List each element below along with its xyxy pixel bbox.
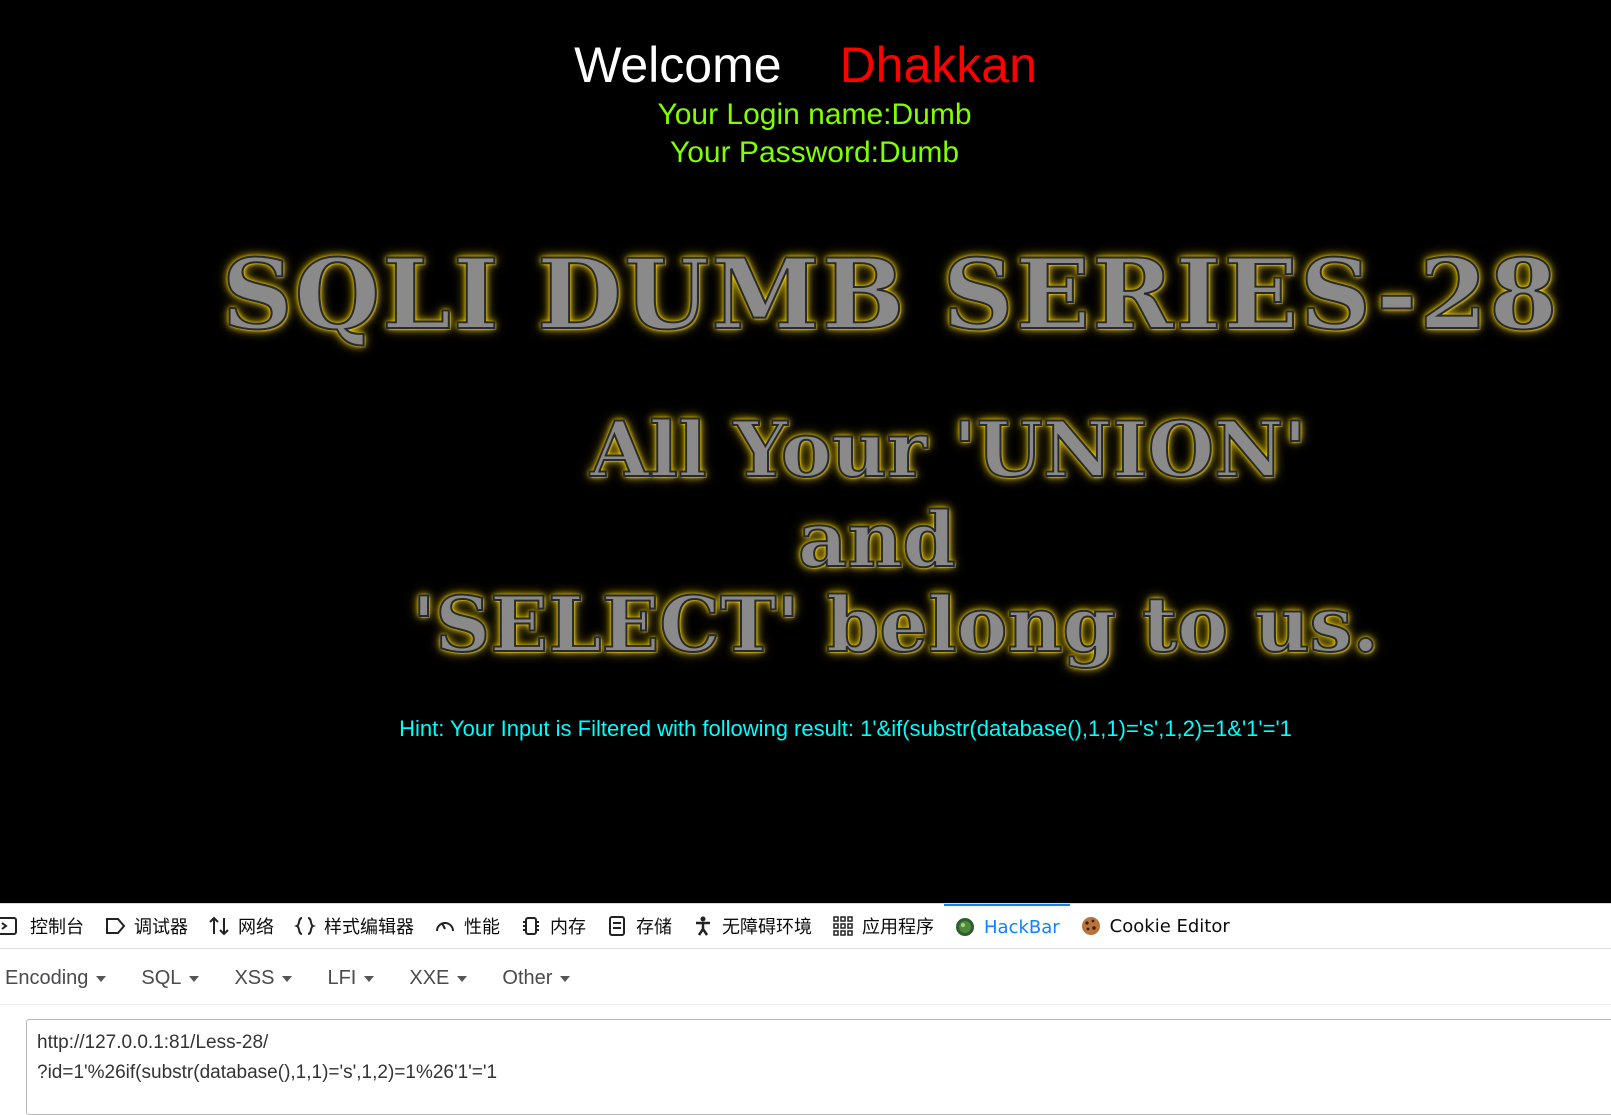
url-textarea[interactable]: http://127.0.0.1:81/Less-28/ ?id=1'%26if… <box>26 1019 1611 1115</box>
password-text: Your Password:Dumb <box>669 136 960 169</box>
vulnerable-page: Welcome Dhakkan Your Login name:Dumb Your… <box>0 0 1611 903</box>
menu-xss[interactable]: XSS <box>229 966 293 990</box>
welcome-text: Welcome <box>574 37 782 93</box>
menu-label: LFI <box>327 966 357 989</box>
menu-lfi[interactable]: LFI <box>322 966 375 990</box>
url-line-2: ?id=1'%26if(substr(database(),1,1)='s',1… <box>37 1062 498 1083</box>
hackbar-menu: Encoding SQL XSS LFI XXE Other <box>0 952 1611 1005</box>
menu-other[interactable]: Other <box>497 966 571 990</box>
menu-label: Encoding <box>5 966 89 989</box>
url-line-1: http://127.0.0.1:81/Less-28/ <box>37 1032 269 1053</box>
tab-hackbar[interactable]: HackBar <box>944 904 1070 948</box>
menu-label: Other <box>502 966 553 989</box>
tab-label: 性能 <box>464 917 500 938</box>
tab-storage[interactable]: 存储 <box>596 904 682 948</box>
banner-line-2: and <box>797 494 957 585</box>
gauge-icon <box>434 915 456 937</box>
menu-encoding[interactable]: Encoding <box>0 966 107 990</box>
tab-application[interactable]: 应用程序 <box>822 904 944 948</box>
tab-console[interactable]: 控制台 <box>0 904 94 948</box>
devtools-tabbar: 控制台 调试器 网络 样式编辑器 性能 内存 存储 无障碍环境 应用程序 Hac… <box>0 904 1611 949</box>
user-name: Dhakkan <box>839 37 1037 93</box>
chevron-down-icon <box>364 976 375 982</box>
tab-label: 无障碍环境 <box>722 917 812 938</box>
filter-hint: Hint: Your Input is Filtered with follow… <box>399 716 1292 741</box>
tab-label: 控制台 <box>30 917 84 938</box>
storage-icon <box>606 915 628 937</box>
chevron-down-icon <box>189 976 200 982</box>
tab-cookie-editor[interactable]: Cookie Editor <box>1070 904 1240 948</box>
tab-memory[interactable]: 内存 <box>510 904 596 948</box>
tab-style-editor[interactable]: 样式编辑器 <box>284 904 424 948</box>
login-name-text: Your Login name:Dumb <box>657 98 972 131</box>
tab-accessibility[interactable]: 无障碍环境 <box>682 904 822 948</box>
tab-label: 内存 <box>550 917 586 938</box>
grid-icon <box>832 915 854 937</box>
debugger-icon <box>104 915 126 937</box>
banner-line-1: All Your 'UNION' <box>589 404 1308 495</box>
tab-label: 样式编辑器 <box>324 917 414 938</box>
network-icon <box>208 915 230 937</box>
tab-label: 存储 <box>636 917 672 938</box>
tab-performance[interactable]: 性能 <box>424 904 510 948</box>
menu-sql[interactable]: SQL <box>136 966 200 990</box>
menu-xxe[interactable]: XXE <box>404 966 468 990</box>
banner-line-3: 'SELECT' belong to us. <box>411 579 1380 670</box>
welcome-heading: Welcome Dhakkan <box>0 34 1611 96</box>
chip-icon <box>520 915 542 937</box>
hackbar-icon <box>954 916 976 938</box>
tab-label: Cookie Editor <box>1109 915 1230 937</box>
console-icon <box>0 915 22 937</box>
menu-label: SQL <box>141 966 182 989</box>
menu-label: XSS <box>234 966 275 989</box>
tab-label: 网络 <box>238 917 274 938</box>
chevron-down-icon <box>560 976 571 982</box>
cookie-icon <box>1080 915 1102 937</box>
tab-label: 应用程序 <box>862 917 934 938</box>
tab-label: 调试器 <box>134 917 188 938</box>
tab-label: HackBar <box>984 916 1060 938</box>
tab-network[interactable]: 网络 <box>198 904 284 948</box>
chevron-down-icon <box>96 976 107 982</box>
braces-icon <box>294 915 316 937</box>
accessibility-icon <box>692 915 714 937</box>
chevron-down-icon <box>457 976 468 982</box>
tab-debugger[interactable]: 调试器 <box>94 904 198 948</box>
banner-title: SQLI DUMB SERIES-28 <box>221 237 1560 352</box>
devtools-panel: 控制台 调试器 网络 样式编辑器 性能 内存 存储 无障碍环境 应用程序 Hac… <box>0 903 1611 1115</box>
menu-label: XXE <box>409 966 450 989</box>
chevron-down-icon <box>282 976 293 982</box>
